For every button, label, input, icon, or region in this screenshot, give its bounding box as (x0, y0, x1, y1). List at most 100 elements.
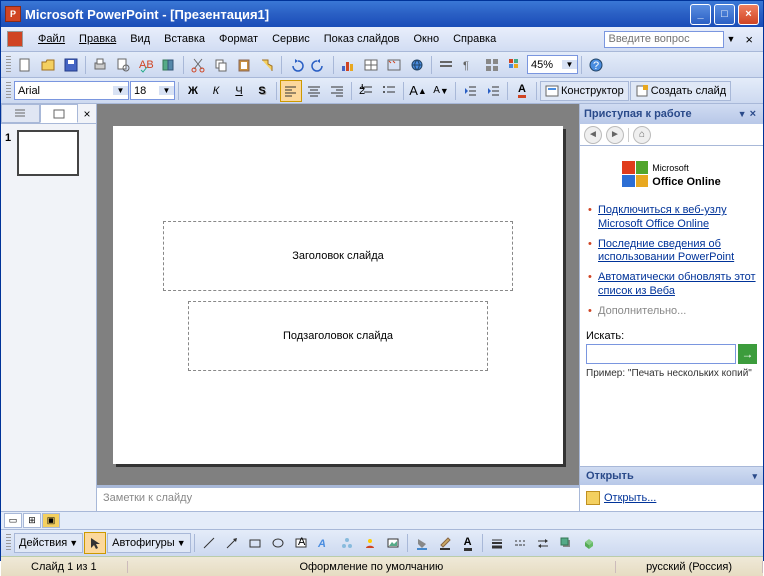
select-arrow-button[interactable] (84, 532, 106, 554)
subtitle-placeholder[interactable]: Подзаголовок слайда (188, 301, 488, 371)
tabs-close-button[interactable]: × (78, 104, 96, 123)
link-news[interactable]: Последние сведения об использовании Powe… (586, 236, 757, 270)
cut-button[interactable] (187, 54, 209, 76)
numbered-list-button[interactable]: 12 (355, 80, 377, 102)
decrease-font-button[interactable]: A▼ (430, 80, 452, 102)
slide-thumbnail[interactable]: 1 (5, 130, 92, 176)
outline-tab[interactable] (1, 104, 40, 123)
align-right-button[interactable] (326, 80, 348, 102)
oval-button[interactable] (267, 532, 289, 554)
open-button[interactable] (37, 54, 59, 76)
toolbar-grip[interactable] (6, 56, 11, 74)
shadow-button[interactable]: S (251, 80, 273, 102)
search-input[interactable] (586, 344, 736, 364)
increase-font-button[interactable]: A▲ (407, 80, 429, 102)
underline-button[interactable]: Ч (228, 80, 250, 102)
font-dropdown[interactable]: Arial▼ (14, 81, 129, 100)
bullet-list-button[interactable] (378, 80, 400, 102)
menu-window[interactable]: Окно (407, 30, 447, 48)
line-color-button[interactable] (434, 532, 456, 554)
font-color-button-2[interactable]: A (457, 532, 479, 554)
line-style-button[interactable] (486, 532, 508, 554)
grid-button[interactable] (481, 54, 503, 76)
decrease-indent-button[interactable] (459, 80, 481, 102)
research-button[interactable] (158, 54, 180, 76)
fill-color-button[interactable] (411, 532, 433, 554)
sorter-view-button[interactable]: ⊞ (23, 513, 41, 528)
title-placeholder[interactable]: Заголовок слайда (163, 221, 513, 291)
notes-pane[interactable]: Заметки к слайду (97, 485, 579, 511)
open-section-header[interactable]: Открыть▾ (580, 466, 763, 485)
tables-borders-button[interactable] (383, 54, 405, 76)
new-button[interactable] (14, 54, 36, 76)
redo-button[interactable] (308, 54, 330, 76)
print-preview-button[interactable] (112, 54, 134, 76)
drawbar-grip[interactable] (6, 534, 11, 552)
menu-format[interactable]: Формат (212, 30, 265, 48)
search-go-button[interactable]: → (738, 344, 757, 364)
nav-forward-button[interactable]: ► (606, 126, 624, 144)
menu-help[interactable]: Справка (446, 30, 503, 48)
format-painter-button[interactable] (256, 54, 278, 76)
taskpane-menu-icon[interactable]: ▼ (738, 109, 747, 119)
menu-tools[interactable]: Сервис (265, 30, 317, 48)
3d-style-button[interactable] (578, 532, 600, 554)
taskpane-title[interactable]: Приступая к работе (584, 108, 738, 120)
increase-indent-button[interactable] (482, 80, 504, 102)
slideshow-view-button[interactable]: ▣ (42, 513, 60, 528)
rectangle-button[interactable] (244, 532, 266, 554)
menu-insert[interactable]: Вставка (157, 30, 212, 48)
nav-back-button[interactable]: ◄ (584, 126, 602, 144)
clipart-button[interactable] (359, 532, 381, 554)
paste-button[interactable] (233, 54, 255, 76)
zoom-dropdown[interactable]: 45%▼ (527, 55, 578, 74)
actions-menu[interactable]: Действия▼ (14, 533, 83, 553)
doc-close-button[interactable]: × (741, 32, 757, 47)
menu-file[interactable]: Файл (31, 30, 72, 48)
help-button[interactable]: ? (585, 54, 607, 76)
hyperlink-button[interactable] (406, 54, 428, 76)
link-autoupdate[interactable]: Автоматически обновлять этот список из В… (586, 269, 757, 303)
close-button[interactable]: × (738, 4, 759, 25)
show-formatting-button[interactable]: ¶ (458, 54, 480, 76)
link-connect[interactable]: Подключиться к веб-узлу Microsoft Office… (586, 202, 757, 236)
menu-view[interactable]: Вид (123, 30, 157, 48)
color-button[interactable] (504, 54, 526, 76)
normal-view-button[interactable]: ▭ (4, 513, 22, 528)
expand-button[interactable] (435, 54, 457, 76)
dash-style-button[interactable] (509, 532, 531, 554)
slide-canvas-area[interactable]: Заголовок слайда Подзаголовок слайда (97, 104, 579, 485)
slides-tab[interactable] (40, 104, 79, 123)
picture-button[interactable] (382, 532, 404, 554)
textbox-button[interactable]: A (290, 532, 312, 554)
toolbar-grip-2[interactable] (6, 82, 11, 100)
fontsize-dropdown[interactable]: 18▼ (130, 81, 175, 100)
diagram-button[interactable] (336, 532, 358, 554)
new-slide-button[interactable]: Создать слайд (630, 81, 731, 101)
arrow-style-button[interactable] (532, 532, 554, 554)
maximize-button[interactable]: □ (714, 4, 735, 25)
copy-button[interactable] (210, 54, 232, 76)
autoshapes-menu[interactable]: Автофигуры▼ (107, 533, 191, 553)
slide-preview[interactable] (17, 130, 79, 176)
open-file-link[interactable]: Открыть... (580, 485, 763, 511)
arrow-button[interactable] (221, 532, 243, 554)
menu-slideshow[interactable]: Показ слайдов (317, 30, 407, 48)
menu-edit[interactable]: Правка (72, 30, 123, 48)
slide-canvas[interactable]: Заголовок слайда Подзаголовок слайда (113, 126, 563, 464)
print-button[interactable] (89, 54, 111, 76)
status-language[interactable]: русский (Россия) (616, 561, 763, 573)
table-button[interactable] (360, 54, 382, 76)
chart-button[interactable] (337, 54, 359, 76)
wordart-button[interactable]: A (313, 532, 335, 554)
link-more[interactable]: Дополнительно... (586, 303, 757, 323)
ask-question-input[interactable] (604, 31, 724, 48)
align-left-button[interactable] (280, 80, 302, 102)
minimize-button[interactable]: _ (690, 4, 711, 25)
undo-button[interactable] (285, 54, 307, 76)
shadow-style-button[interactable] (555, 532, 577, 554)
save-button[interactable] (60, 54, 82, 76)
font-color-button[interactable]: A (511, 80, 533, 102)
doc-icon[interactable] (7, 31, 23, 47)
nav-home-button[interactable]: ⌂ (633, 126, 651, 144)
